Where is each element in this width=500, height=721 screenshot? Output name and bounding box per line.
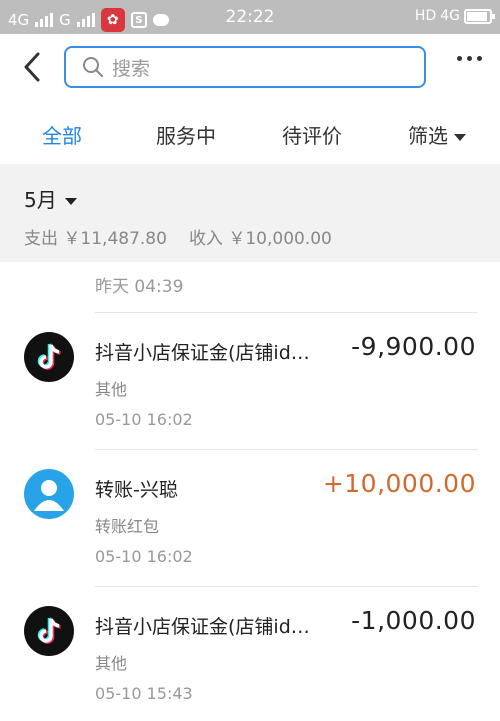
month-summary: 5月 支出 ￥11,487.80 收入 ￥10,000.00 bbox=[0, 164, 500, 262]
month-label: 5月 bbox=[24, 188, 57, 212]
transaction-title: 抖音小店保证金(店铺id… bbox=[95, 342, 310, 364]
transaction-item[interactable]: 抖音小店保证金(店铺id… -1,000.00 其他 05-10 15:43 bbox=[0, 586, 500, 721]
battery-icon bbox=[464, 8, 495, 24]
more-options-icon[interactable] bbox=[457, 56, 482, 61]
tab-filter-label: 筛选 bbox=[408, 124, 448, 148]
transaction-amount: -9,900.00 bbox=[351, 332, 476, 361]
network-label-3: 4G bbox=[440, 8, 460, 24]
transaction-item[interactable]: 抖音小店保证金(店铺id… -9,900.00 其他 05-10 16:02 bbox=[0, 312, 500, 447]
transaction-category: 其他 bbox=[95, 380, 128, 399]
back-button[interactable] bbox=[18, 50, 48, 84]
divider bbox=[95, 449, 478, 450]
month-selector[interactable]: 5月 bbox=[24, 184, 77, 213]
transaction-time: 05-10 15:43 bbox=[95, 684, 193, 703]
tab-filter[interactable]: 筛选 bbox=[408, 120, 466, 149]
tab-to-review[interactable]: 待评价 bbox=[282, 120, 342, 149]
tiktok-icon bbox=[24, 332, 74, 382]
user-avatar-icon bbox=[24, 469, 74, 519]
divider bbox=[95, 312, 478, 313]
transaction-title: 转账-兴聪 bbox=[95, 479, 178, 501]
transaction-amount: +10,000.00 bbox=[322, 469, 476, 498]
top-bar: 搜索 bbox=[0, 34, 500, 100]
transaction-time: 05-10 16:02 bbox=[95, 410, 193, 429]
transaction-category: 其他 bbox=[95, 654, 128, 673]
transaction-category: 转账红包 bbox=[95, 517, 160, 536]
search-icon bbox=[83, 57, 103, 77]
expense-total: 支出 ￥11,487.80 bbox=[24, 229, 167, 249]
transaction-amount: -1,000.00 bbox=[351, 606, 476, 635]
transaction-title: 抖音小店保证金(店铺id… bbox=[95, 616, 310, 638]
tiktok-icon bbox=[24, 606, 74, 656]
transaction-item[interactable]: 转账-兴聪 +10,000.00 转账红包 05-10 16:02 bbox=[0, 449, 500, 584]
hd-label: HD bbox=[414, 8, 437, 24]
search-placeholder: 搜索 bbox=[112, 57, 151, 80]
tab-in-service[interactable]: 服务中 bbox=[156, 120, 216, 149]
divider bbox=[95, 586, 478, 587]
income-total: 收入 ￥10,000.00 bbox=[188, 229, 332, 249]
caret-down-icon bbox=[454, 134, 466, 141]
filter-tabs: 全部 服务中 待评价 筛选 bbox=[0, 100, 500, 164]
chevron-left-icon bbox=[24, 52, 40, 82]
caret-down-icon bbox=[64, 198, 77, 205]
transaction-time: 05-10 16:02 bbox=[95, 547, 193, 566]
tab-all[interactable]: 全部 bbox=[42, 120, 82, 149]
status-bar: 4G G ✿ S 22:22 HD 4G bbox=[0, 0, 500, 34]
search-input[interactable]: 搜索 bbox=[64, 46, 426, 88]
partial-item-time: 昨天 04:39 bbox=[95, 277, 184, 297]
